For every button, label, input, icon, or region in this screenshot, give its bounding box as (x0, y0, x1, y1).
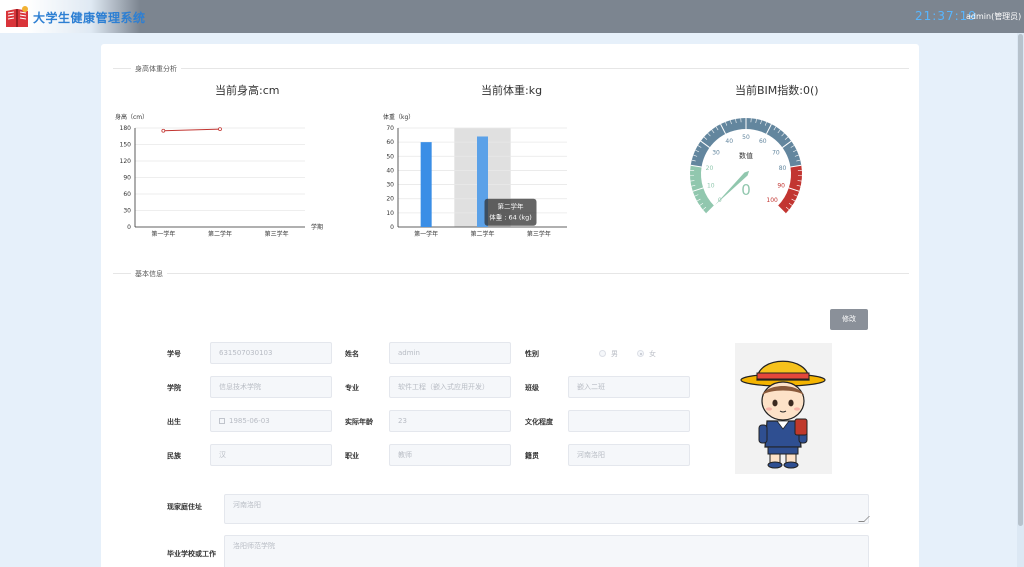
college-label: 学院 (167, 384, 181, 392)
tooltip-title: 第二学年 (498, 202, 525, 211)
origin-field[interactable]: 河南洛阳 (568, 444, 690, 466)
gender-radio-male[interactable]: 男 (599, 349, 618, 359)
y-tick-label: 60 (386, 139, 394, 146)
bmi-chart-title: 当前BIM指数:0() (735, 84, 819, 97)
x-tick-label: 第三学年 (265, 230, 289, 238)
tooltip-value: 体重 : 64 (kg) (489, 213, 532, 222)
name-label: 姓名 (345, 350, 359, 358)
y-tick-label: 0 (390, 224, 394, 231)
user-menu[interactable]: admin(管理员) (966, 11, 1024, 22)
y-tick-label: 50 (386, 153, 394, 160)
y-tick-label: 10 (386, 210, 394, 217)
age-field[interactable]: 23 (389, 410, 511, 432)
y-tick-label: 70 (386, 125, 394, 132)
student-avatar (735, 343, 832, 474)
occupation-field[interactable]: 教师 (389, 444, 511, 466)
x-axis-label: 学期 (311, 223, 323, 231)
birth-date-field[interactable]: 1985-06-03 (210, 410, 332, 432)
edit-button[interactable]: 修改 (830, 309, 868, 330)
bmi-gauge-chart[interactable]: 0102030405060708090100数值0 (681, 114, 811, 224)
weight-chart-title: 当前体重:kg (481, 84, 543, 97)
gauge-tick-label: 30 (712, 149, 720, 156)
class-field[interactable]: 嵌入二班 (568, 376, 690, 398)
resize-handle-icon[interactable] (858, 516, 870, 522)
radio-circle-icon (599, 350, 606, 357)
school-textarea[interactable]: 洛阳师范学院 (224, 535, 869, 567)
y-axis-label: 身高（cm） (115, 113, 148, 121)
college-field[interactable]: 信息技术学院 (210, 376, 332, 398)
y-tick-label: 150 (120, 142, 132, 149)
gauge-tick-label: 40 (725, 138, 733, 145)
x-tick-label: 第一学年 (151, 230, 175, 238)
y-tick-label: 30 (123, 208, 131, 215)
scrollbar-thumb[interactable] (1018, 34, 1023, 526)
x-tick-label: 第二学年 (470, 230, 494, 238)
height-chart-title: 当前身高:cm (215, 84, 280, 97)
section-title-basic: 基本信息 (131, 269, 167, 279)
calendar-icon (219, 418, 225, 424)
student-id-label: 学号 (167, 350, 181, 358)
height-line-chart[interactable]: 身高（cm） 0 30 60 90 120 150 180 第一学年 第二学年 第三学年 学期 (111, 110, 331, 240)
gauge-tick-label: 70 (772, 149, 780, 156)
address-label: 现家庭住址 (167, 503, 202, 511)
gauge-tick-label: 100 (766, 197, 778, 204)
x-tick-label: 第一学年 (414, 230, 438, 238)
weight-bar-chart[interactable]: 体重（kg）010203040506070第一学年 第二学年 第三学年第二学年体重 … (377, 110, 577, 240)
school-label: 毕业学校或工作单位 (167, 550, 216, 558)
major-field[interactable]: 软件工程（嵌入式应用开发） (389, 376, 511, 398)
gauge-tick-label: 80 (779, 165, 787, 172)
x-tick-label: 第二学年 (208, 230, 232, 238)
y-axis-label: 体重（kg） (383, 113, 414, 121)
gauge-tick-label: 20 (706, 165, 714, 172)
ethnicity-field[interactable]: 汉 (210, 444, 332, 466)
height-series-line (163, 128, 221, 132)
gender-label: 性别 (525, 350, 539, 358)
height-data-point (161, 128, 166, 133)
name-field[interactable]: admin (389, 342, 511, 364)
x-tick-label: 第三学年 (527, 230, 551, 238)
age-label: 实际年龄 (345, 418, 373, 426)
weight-bar (420, 142, 432, 227)
birth-label: 出生 (167, 418, 181, 426)
gauge-tick-label: 50 (742, 134, 750, 141)
section-divider (113, 273, 909, 274)
student-id-field[interactable]: 631507030103 (210, 342, 332, 364)
radio-checked-icon (637, 350, 644, 357)
y-tick-label: 40 (386, 167, 394, 174)
ethnicity-label: 民族 (167, 452, 181, 460)
gauge-tick-label: 90 (777, 182, 785, 189)
y-tick-label: 30 (386, 182, 394, 189)
top-bar (0, 0, 1024, 33)
gauge-tick-label: 10 (707, 182, 715, 189)
app-title: 大学生健康管理系统 (33, 11, 146, 25)
address-textarea[interactable]: 河南洛阳 (224, 494, 870, 524)
y-tick-label: 20 (386, 196, 394, 203)
main-card: 身高体重分析 当前身高:cm 当前体重:kg 当前BIM指数:0() 身高（cm… (101, 44, 919, 567)
y-tick-label: 60 (123, 191, 131, 198)
y-tick-label: 90 (123, 175, 131, 182)
education-label: 文化程度 (525, 418, 553, 426)
y-tick-label: 180 (120, 125, 132, 132)
origin-label: 籍贯 (525, 452, 539, 460)
education-field[interactable] (568, 410, 690, 432)
y-tick-label: 120 (120, 158, 132, 165)
major-label: 专业 (345, 384, 359, 392)
book-logo-icon (6, 6, 28, 27)
occupation-label: 职业 (345, 452, 359, 460)
gender-radio-female[interactable]: 女 (637, 349, 656, 359)
brand[interactable]: 大学生健康管理系统 (0, 0, 145, 33)
section-title-analysis: 身高体重分析 (131, 64, 181, 74)
student-avatar-illustration (740, 360, 826, 469)
y-tick-label: 0 (127, 224, 131, 231)
gauge-label: 数值 (739, 151, 753, 160)
class-label: 班级 (525, 384, 539, 392)
gauge-tick-label: 60 (759, 138, 767, 145)
gauge-value: 0 (741, 181, 751, 199)
height-data-point (218, 127, 222, 132)
section-divider (113, 68, 909, 69)
user-name: admin(管理员) (966, 12, 1022, 21)
